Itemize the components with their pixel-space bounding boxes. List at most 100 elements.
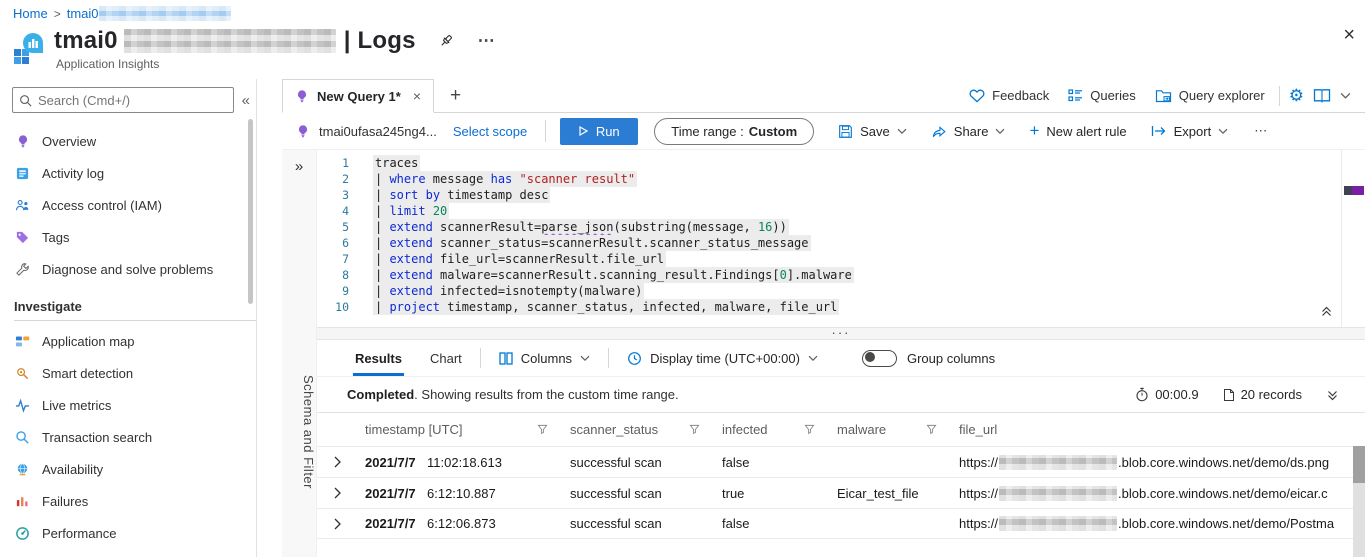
sidebar-item-label: Availability: [42, 462, 103, 477]
select-scope-link[interactable]: Select scope: [453, 124, 527, 139]
sidebar-item-failures[interactable]: Failures: [0, 485, 256, 517]
sidebar-search[interactable]: [12, 87, 234, 113]
code-line[interactable]: 2| where message has "scanner result": [317, 171, 1365, 187]
lightbulb-icon: [14, 134, 31, 149]
table-row[interactable]: 2021/7/711:02:18.613successful scanfalse…: [317, 446, 1365, 477]
cell-infected: false: [714, 516, 829, 531]
filter-funnel-icon[interactable]: [804, 424, 815, 435]
tab-chart[interactable]: Chart: [430, 351, 462, 366]
collapse-editor-icon[interactable]: [1320, 306, 1333, 321]
queries-button[interactable]: Queries: [1063, 88, 1141, 103]
breadcrumb-home-link[interactable]: Home: [13, 6, 48, 21]
tag-icon: [14, 230, 31, 245]
table-scrollbar[interactable]: [1353, 446, 1365, 557]
settings-gear-icon[interactable]: ⚙: [1289, 86, 1304, 106]
reference-book-icon[interactable]: [1313, 88, 1331, 103]
column-header-scanner_status[interactable]: scanner_status: [562, 422, 714, 437]
column-header-infected[interactable]: infected: [714, 422, 829, 437]
editor-overview-marker: [1344, 186, 1364, 195]
line-number: 3: [317, 187, 349, 203]
code-line[interactable]: 6| extend scanner_status=scannerResult.s…: [317, 235, 1365, 251]
filter-funnel-icon[interactable]: [689, 424, 700, 435]
code-line[interactable]: 4| limit 20: [317, 203, 1365, 219]
chevron-down-icon[interactable]: [1340, 92, 1351, 100]
sidebar-item-live-metrics[interactable]: Live metrics: [0, 389, 256, 421]
sidebar-item-tags[interactable]: Tags: [0, 221, 256, 253]
filter-funnel-icon[interactable]: [926, 424, 937, 435]
expand-panel-icon[interactable]: »: [282, 158, 316, 175]
expand-results-icon[interactable]: [1326, 389, 1339, 401]
feedback-button[interactable]: Feedback: [964, 88, 1054, 103]
new-tab-button[interactable]: +: [450, 86, 461, 105]
sidebar-item-diagnose[interactable]: Diagnose and solve problems: [0, 253, 256, 285]
sidebar-section-investigate: Investigate: [0, 285, 256, 320]
sidebar-scrollbar[interactable]: [248, 119, 253, 304]
sidebar-item-smart-detection[interactable]: Smart detection: [0, 357, 256, 389]
query-tab-bar: New Query 1* × + Feedback Queries: [282, 79, 1365, 113]
query-explorer-button[interactable]: Query explorer: [1150, 88, 1270, 103]
run-button[interactable]: Run: [560, 118, 638, 145]
share-button[interactable]: Share: [931, 124, 1006, 139]
sidebar-nav: OverviewActivity logAccess control (IAM)…: [0, 125, 256, 285]
close-icon[interactable]: ×: [1343, 25, 1355, 45]
code-line[interactable]: 10| project timestamp, scanner_status, i…: [317, 299, 1365, 315]
sidebar-item-availability[interactable]: Availability: [0, 453, 256, 485]
code-line[interactable]: 8| extend malware=scannerResult.scanning…: [317, 267, 1365, 283]
code-line-text: | project timestamp, scanner_status, inf…: [373, 299, 839, 315]
time-range-picker[interactable]: Time range : Custom: [654, 118, 814, 145]
results-table: timestamp [UTC]scanner_statusinfectedmal…: [317, 413, 1365, 557]
expand-row-icon[interactable]: [327, 518, 357, 530]
code-line[interactable]: 3| sort by timestamp desc: [317, 187, 1365, 203]
search-input[interactable]: [38, 93, 227, 108]
query-editor[interactable]: 1traces2| where message has "scanner res…: [317, 150, 1365, 327]
line-number: 2: [317, 171, 349, 187]
sidebar-item-access-control[interactable]: Access control (IAM): [0, 189, 256, 221]
new-alert-rule-button[interactable]: + New alert rule: [1029, 121, 1126, 141]
tab-label: New Query 1*: [317, 89, 401, 104]
collapse-sidebar-icon[interactable]: «: [242, 92, 250, 109]
column-header-malware[interactable]: malware: [829, 422, 951, 437]
editor-results-splitter[interactable]: ···: [317, 327, 1365, 340]
filter-funnel-icon[interactable]: [537, 424, 548, 435]
sidebar-item-activity-log[interactable]: Activity log: [0, 157, 256, 189]
export-button[interactable]: Export: [1151, 124, 1229, 139]
code-line[interactable]: 7| extend file_url=scannerResult.file_ur…: [317, 251, 1365, 267]
cell-scanner-status: successful scan: [562, 486, 714, 501]
expand-row-icon[interactable]: [327, 487, 357, 499]
sidebar-item-overview[interactable]: Overview: [0, 125, 256, 157]
redacted-url-segment: [999, 486, 1117, 501]
group-columns-label: Group columns: [907, 351, 995, 366]
page-header: tmai0 | Logs ⋯ Application Insights ×: [0, 23, 1365, 79]
cell-scanner-status: successful scan: [562, 516, 714, 531]
code-line[interactable]: 1traces: [317, 155, 1365, 171]
record-count: 20 records: [1223, 387, 1302, 402]
editor-scrollbar[interactable]: [1341, 150, 1365, 327]
splitter-handle[interactable]: ···: [832, 325, 851, 340]
command-more-icon[interactable]: ⋯: [1254, 123, 1268, 139]
sidebar-item-transaction-search[interactable]: Transaction search: [0, 421, 256, 453]
table-row[interactable]: 2021/7/76:12:10.887successful scantrueEi…: [317, 477, 1365, 508]
column-header-timestamp[interactable]: timestamp [UTC]: [357, 422, 562, 437]
scope-name: tmai0ufasa245ng4...: [319, 124, 437, 139]
columns-dropdown[interactable]: Columns: [499, 351, 590, 366]
schema-filter-panel-collapsed[interactable]: » Schema and Filter: [282, 150, 317, 557]
column-header-file_url[interactable]: file_url: [951, 422, 1365, 437]
sidebar-item-label: Transaction search: [42, 430, 152, 445]
display-time-dropdown[interactable]: Display time (UTC+00:00): [627, 351, 818, 366]
code-line[interactable]: 5| extend scannerResult=parse_json(subst…: [317, 219, 1365, 235]
code-line[interactable]: 9| extend infected=isnotempty(malware): [317, 283, 1365, 299]
export-icon: [1151, 125, 1167, 137]
table-row[interactable]: 2021/7/76:12:06.873successful scanfalseh…: [317, 508, 1365, 539]
sidebar-item-performance[interactable]: Performance: [0, 517, 256, 549]
sidebar-item-application-map[interactable]: Application map: [0, 325, 256, 357]
table-scrollbar-thumb[interactable]: [1353, 446, 1365, 483]
breadcrumb-resource-link[interactable]: tmai0: [67, 6, 231, 21]
close-tab-icon[interactable]: ×: [413, 88, 421, 104]
save-button[interactable]: Save: [838, 124, 907, 139]
group-columns-toggle[interactable]: [862, 350, 897, 367]
tab-results[interactable]: Results: [353, 351, 404, 366]
pin-icon[interactable]: [438, 33, 454, 49]
expand-row-icon[interactable]: [327, 456, 357, 468]
tab-new-query-1[interactable]: New Query 1* ×: [282, 79, 434, 113]
title-more-icon[interactable]: ⋯: [478, 31, 496, 51]
